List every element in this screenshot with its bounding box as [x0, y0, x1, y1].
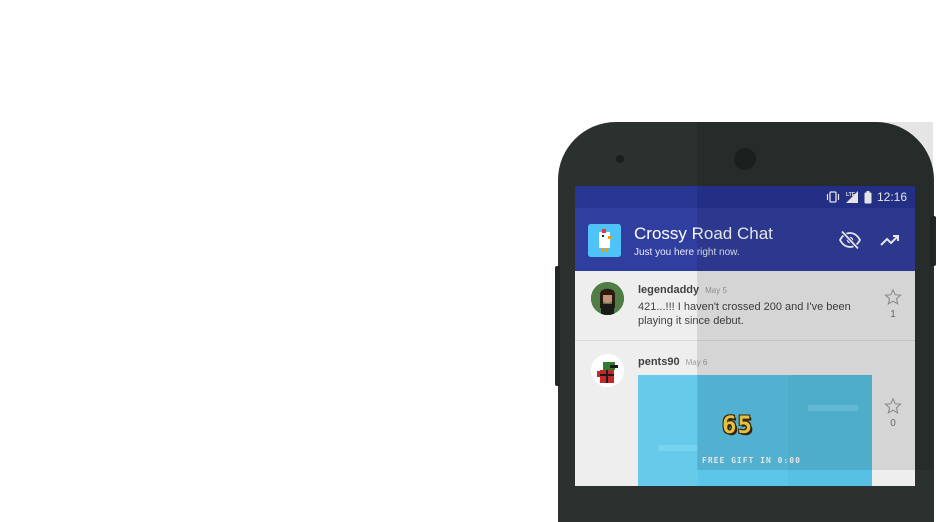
vibrate-icon [826, 191, 840, 203]
status-time: 12:16 [876, 190, 907, 204]
volume-button [555, 266, 560, 386]
svg-text:LTE: LTE [846, 192, 856, 198]
app-bar: Crossy Road Chat Just you here right now… [575, 208, 915, 271]
power-button [930, 216, 936, 266]
trending-icon[interactable] [878, 228, 902, 252]
lte-signal-icon: LTE [845, 191, 859, 203]
avatar[interactable] [591, 354, 624, 387]
avatar[interactable] [591, 282, 624, 315]
message-date: May 6 [685, 358, 708, 367]
phone-screen: LTE 12:16 Crossy Road Chat Just you here [575, 186, 915, 486]
hide-icon[interactable] [838, 228, 862, 252]
battery-icon [864, 190, 872, 204]
chat-title: Crossy Road Chat [634, 224, 773, 243]
star-icon[interactable] [884, 397, 902, 415]
front-camera [734, 148, 756, 170]
sensor-dot [616, 155, 624, 163]
username-text[interactable]: legendaddy [638, 284, 699, 296]
username-text[interactable]: pents90 [638, 356, 680, 368]
star-count: 1 [890, 309, 896, 320]
chat-subtitle: Just you here right now. [634, 247, 740, 258]
score-text: 65 [722, 411, 753, 439]
star-icon[interactable] [884, 288, 902, 306]
crossy-road-chicken-icon[interactable] [588, 224, 621, 257]
message-date: May 5 [705, 286, 727, 295]
message-author[interactable]: pents90 May 6 [638, 356, 707, 368]
message-text: 421...!!! I haven't crossed 200 and I've… [638, 301, 851, 327]
list-item[interactable]: pents90 May 6 65 FREE GIFT IN 0:00 0 [575, 342, 915, 486]
list-item[interactable]: legendaddy May 5 421...!!! I haven't cros… [575, 271, 915, 341]
gift-caption: FREE GIFT IN 0:00 [702, 456, 801, 465]
status-bar: LTE 12:16 [575, 186, 915, 208]
star-count: 0 [890, 418, 896, 429]
message-author[interactable]: legendaddy May 5 [638, 284, 727, 296]
message-image[interactable]: 65 FREE GIFT IN 0:00 [638, 375, 872, 486]
